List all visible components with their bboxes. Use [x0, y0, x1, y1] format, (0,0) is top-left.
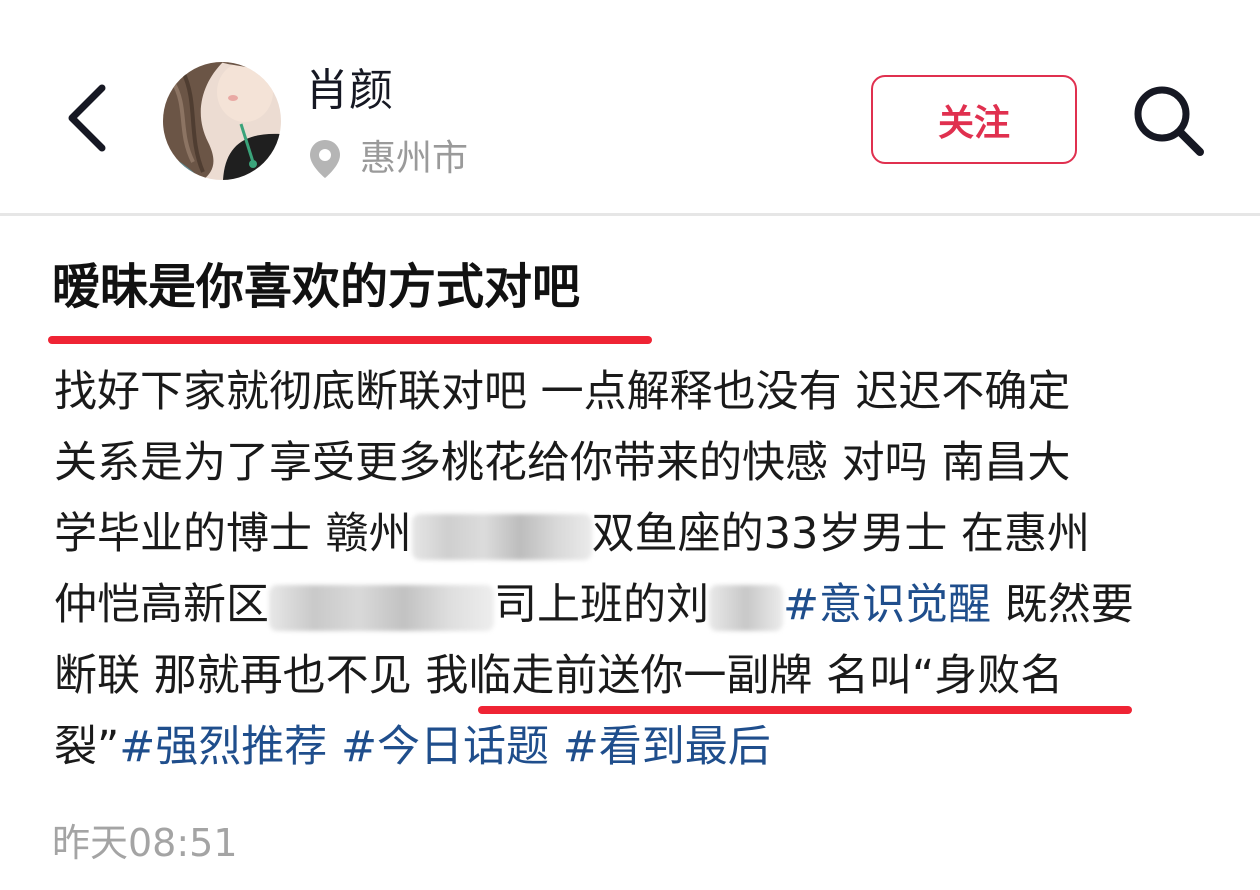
blurred-redaction	[709, 584, 783, 631]
post-title: 暧昧是你喜欢的方式对吧	[52, 259, 581, 315]
hashtag-link[interactable]: #意识觉醒	[783, 580, 991, 630]
body-text: 断联 那就再也不见 我临走前送你一副牌 名叫“身败名	[54, 651, 1064, 701]
author-name[interactable]: 肖颜	[305, 64, 393, 118]
hashtag-link[interactable]: #看到最后	[563, 722, 771, 772]
body-text: 司上班的刘	[494, 580, 709, 630]
post-body: 找好下家就彻底断联对吧 一点解释也没有 迟迟不确定 关系是为了享受更多桃花给你带…	[54, 357, 1234, 783]
location-row: 惠州市	[308, 136, 468, 182]
post-timestamp: 昨天08:51	[52, 821, 238, 865]
body-text: 学毕业的博士 赣州	[54, 509, 412, 559]
body-text: 裂”	[54, 722, 120, 772]
body-text: 关系是为了享受更多桃花给你带来的快感 对吗 南昌大	[54, 438, 1071, 488]
back-arrow-icon	[68, 84, 106, 152]
body-text: 找好下家就彻底断联对吧 一点解释也没有 迟迟不确定	[54, 367, 1071, 417]
avatar-illustration	[163, 62, 281, 180]
body-line: 关系是为了享受更多桃花给你带来的快感 对吗 南昌大	[54, 428, 1234, 499]
body-text: 仲恺高新区	[54, 580, 269, 630]
blurred-redaction	[411, 513, 592, 560]
body-text: 既然要	[991, 580, 1134, 630]
location-pin-icon	[310, 140, 340, 178]
top-bar: 肖颜 惠州市 关注	[0, 0, 1260, 214]
body-text: 双鱼座的33岁男士 在惠州	[591, 509, 1091, 559]
search-button[interactable]	[1128, 80, 1208, 160]
location-text: 惠州市	[360, 138, 469, 179]
body-underline-annotation	[478, 706, 1132, 714]
body-line: 仲恺高新区 司上班的刘 #意识觉醒 既然要	[54, 570, 1234, 641]
body-line: 断联 那就再也不见 我临走前送你一副牌 名叫“身败名	[54, 641, 1234, 712]
hashtag-link[interactable]: #今日话题	[341, 722, 549, 772]
body-line: 裂”#强烈推荐 #今日话题 #看到最后	[54, 712, 1234, 783]
title-underline-annotation	[48, 336, 652, 344]
search-icon	[1134, 86, 1204, 156]
body-line: 找好下家就彻底断联对吧 一点解释也没有 迟迟不确定	[54, 357, 1234, 428]
header-divider	[0, 213, 1260, 216]
avatar[interactable]	[163, 62, 281, 180]
hashtag-link[interactable]: #强烈推荐	[119, 722, 327, 772]
blurred-redaction	[269, 584, 494, 631]
follow-button[interactable]: 关注	[871, 75, 1077, 164]
body-line: 学毕业的博士 赣州 双鱼座的33岁男士 在惠州	[54, 499, 1234, 570]
back-button[interactable]	[58, 78, 118, 158]
